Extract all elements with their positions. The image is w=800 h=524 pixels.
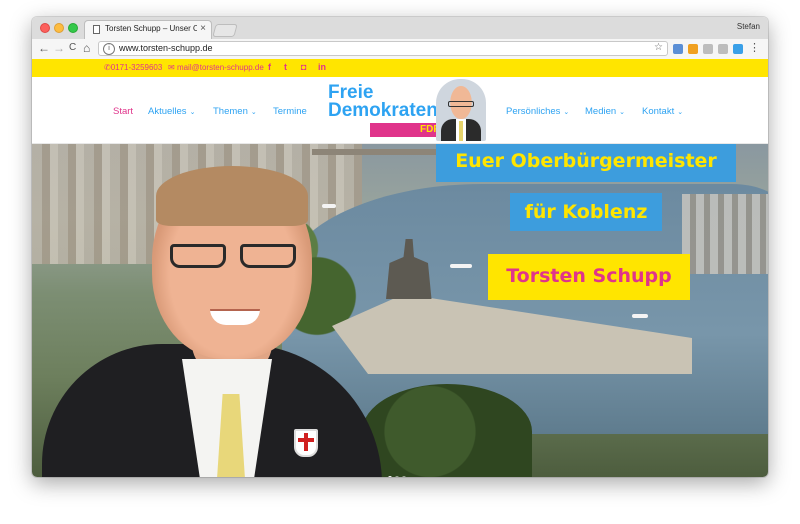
hero-boat <box>632 314 648 318</box>
extension-icon[interactable] <box>673 44 683 54</box>
hero-name-box: Torsten Schupp <box>488 254 690 300</box>
browser-tab[interactable]: Torsten Schupp – Unser Obert × <box>84 20 212 39</box>
bookmark-star-icon[interactable]: ☆ <box>654 42 663 53</box>
contact-bar: ✆0171-3259603 ✉ mail@torsten-schupp.de f… <box>32 59 768 77</box>
hero-candidate-name: Torsten Schupp <box>506 265 672 287</box>
chevron-down-icon: ⌄ <box>189 109 196 116</box>
url-text[interactable]: www.torsten-schupp.de <box>119 43 213 53</box>
hero-boat <box>450 264 472 268</box>
nav-label: Aktuelles <box>148 106 187 117</box>
phone-icon: ✆ <box>104 63 111 72</box>
home-icon[interactable]: ⌂ <box>83 41 90 55</box>
nav-item-themen[interactable]: Themen ⌄ <box>213 106 257 117</box>
phone-link[interactable]: ✆0171-3259603 <box>104 63 162 72</box>
profile-name[interactable]: Stefan <box>737 22 760 31</box>
chevron-down-icon: ⌄ <box>563 109 570 116</box>
nav-label: Persönliches <box>506 106 561 117</box>
slider-dot[interactable] <box>395 476 399 477</box>
tab-close-icon[interactable]: × <box>200 23 206 34</box>
close-window-button[interactable] <box>40 23 50 33</box>
nav-item-persoenliches[interactable]: Persönliches ⌄ <box>506 106 569 117</box>
slider-pagination <box>388 467 409 477</box>
new-tab-button[interactable] <box>212 24 238 37</box>
logo-portrait <box>436 79 486 141</box>
page-icon <box>93 25 100 34</box>
info-icon[interactable]: i <box>103 43 115 55</box>
tab-title: Torsten Schupp – Unser Obert <box>105 24 197 33</box>
back-arrow-icon[interactable]: ← <box>38 41 50 55</box>
hero-subheadline-box: für Koblenz <box>510 193 662 231</box>
nav-label: Medien <box>585 106 617 117</box>
reload-icon[interactable]: C <box>69 41 76 55</box>
koblenz-pin-icon <box>294 429 318 457</box>
site-header: Start Aktuelles ⌄ Themen ⌄ Termine Freie D… <box>32 77 768 144</box>
nav-label: Themen <box>213 106 248 117</box>
nav-item-medien[interactable]: Medien ⌄ <box>585 106 625 117</box>
twitter-icon[interactable]: t <box>284 62 287 72</box>
hero-slider[interactable]: Euer Oberbürgermeister für Koblenz Torst… <box>32 144 768 477</box>
chevron-down-icon: ⌄ <box>619 109 626 116</box>
email-link[interactable]: ✉ mail@torsten-schupp.de <box>168 63 264 72</box>
chevron-down-icon: ⌄ <box>677 109 684 116</box>
browser-window: Torsten Schupp – Unser Obert × Stefan ← … <box>32 17 768 477</box>
nav-label: Termine <box>273 106 307 117</box>
extension-icon[interactable] <box>703 44 713 54</box>
facebook-icon[interactable]: f <box>268 62 271 72</box>
nav-label: Kontakt <box>642 106 675 117</box>
nav-item-start[interactable]: Start <box>113 106 133 117</box>
tab-strip: Torsten Schupp – Unser Obert × Stefan <box>32 17 768 40</box>
browser-menu-icon[interactable]: ⋮ <box>749 41 760 54</box>
chevron-down-icon: ⌄ <box>250 109 257 116</box>
hero-headline-1: Euer Oberbürgermeister <box>455 150 717 172</box>
browser-toolbar: ← → C ⌂ i www.torsten-schupp.de ☆ ⋮ <box>32 39 768 60</box>
extension-icon[interactable] <box>718 44 728 54</box>
nav-item-kontakt[interactable]: Kontakt ⌄ <box>642 106 683 117</box>
mail-icon: ✉ <box>168 63 175 72</box>
nav-item-termine[interactable]: Termine <box>273 106 307 117</box>
extension-icon[interactable] <box>733 44 743 54</box>
hero-headline-2: für Koblenz <box>524 201 648 223</box>
zoom-window-button[interactable] <box>68 23 78 33</box>
linkedin-icon[interactable]: in <box>318 62 326 72</box>
forward-arrow-icon[interactable]: → <box>53 41 65 55</box>
nav-item-aktuelles[interactable]: Aktuelles ⌄ <box>148 106 195 117</box>
hero-headline-box: Euer Oberbürgermeister <box>436 144 736 182</box>
slider-dot[interactable] <box>402 476 406 477</box>
email-address: mail@torsten-schupp.de <box>176 63 264 72</box>
hero-background-city-right <box>682 194 768 274</box>
nav-label: Start <box>113 106 134 117</box>
address-bar[interactable]: i www.torsten-schupp.de ☆ <box>98 41 668 56</box>
phone-number: 0171-3259603 <box>110 63 163 72</box>
extension-icon[interactable] <box>688 44 698 54</box>
logo-line2: Demokraten <box>328 100 438 121</box>
instagram-icon[interactable]: ◘ <box>301 62 306 72</box>
candidate-photo <box>32 144 402 477</box>
slider-dot[interactable] <box>388 476 392 477</box>
minimize-window-button[interactable] <box>54 23 64 33</box>
